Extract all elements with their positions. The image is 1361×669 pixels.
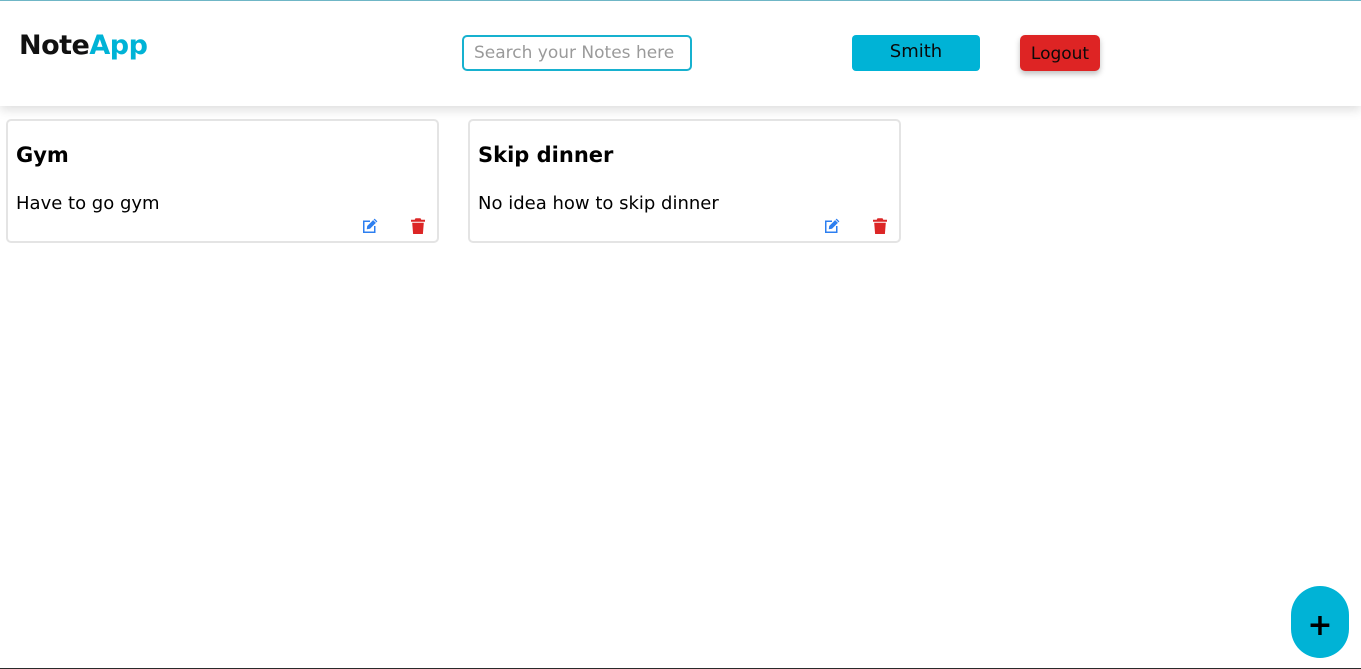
brand-part-app: App	[89, 30, 148, 61]
brand-logo[interactable]: NoteApp	[19, 28, 148, 64]
edit-icon[interactable]	[361, 217, 379, 235]
trash-icon[interactable]	[409, 217, 427, 235]
navbar: NoteApp Smith Logout	[0, 1, 1361, 106]
note-body: No idea how to skip dinner	[478, 193, 719, 214]
add-note-button[interactable]: +	[1291, 586, 1349, 658]
trash-icon[interactable]	[871, 217, 889, 235]
note-card: Gym Have to go gym	[6, 119, 439, 243]
brand-part-note: Note	[19, 30, 90, 61]
search-input[interactable]	[462, 35, 692, 71]
note-title: Skip dinner	[478, 143, 614, 167]
note-card: Skip dinner No idea how to skip dinner	[468, 119, 901, 243]
note-body: Have to go gym	[16, 193, 160, 214]
plus-icon: +	[1307, 608, 1333, 643]
user-name-button[interactable]: Smith	[852, 35, 980, 71]
page: NoteApp Smith Logout Gym Have to go gym …	[0, 0, 1361, 669]
edit-icon[interactable]	[823, 217, 841, 235]
note-title: Gym	[16, 143, 69, 167]
logout-button[interactable]: Logout	[1020, 35, 1100, 71]
